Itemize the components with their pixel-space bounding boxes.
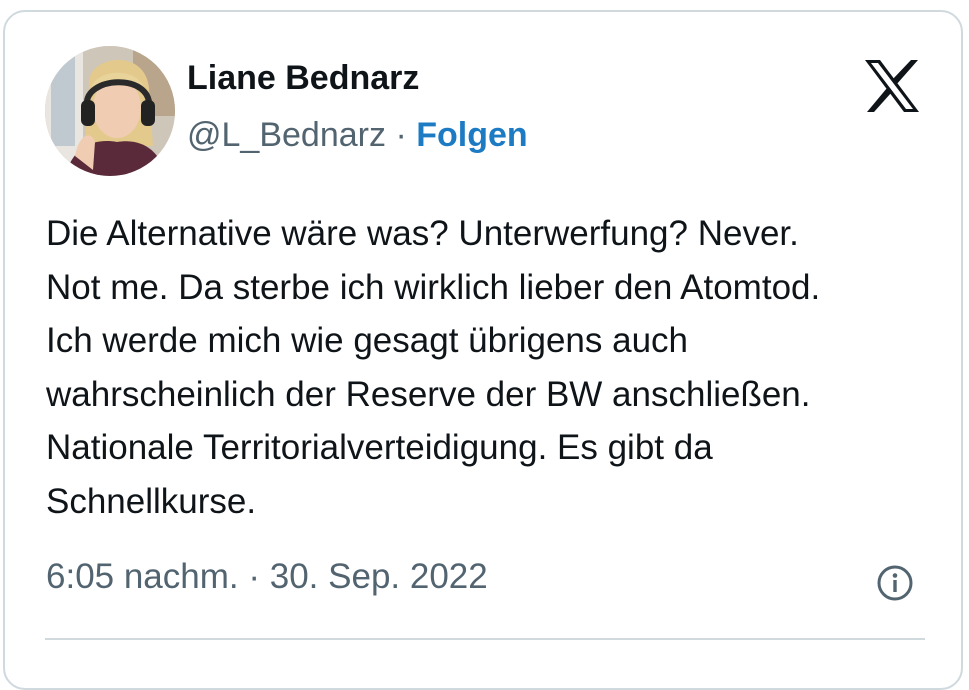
timestamp-separator: · [248, 557, 261, 596]
handle-separator: · [395, 116, 407, 154]
tweet-date: 30. Sep. 2022 [269, 557, 488, 596]
tweet-timestamp[interactable]: 6:05 nachm. · 30. Sep. 2022 [46, 557, 488, 597]
avatar-photo [45, 46, 175, 176]
author-handle-row: @L_Bednarz · Folgen [187, 116, 528, 155]
follow-link[interactable]: Folgen [416, 116, 527, 154]
author-name[interactable]: Liane Bednarz [187, 59, 419, 98]
info-icon[interactable] [876, 564, 914, 602]
divider [45, 638, 925, 640]
x-logo-icon[interactable] [863, 58, 921, 114]
author-handle[interactable]: @L_Bednarz [187, 116, 386, 154]
tweet-text: Die Alternative wäre was? Unterwerfung? … [46, 214, 821, 521]
tweet-time: 6:05 nachm. [46, 557, 239, 596]
tweet-embed-card: Liane Bednarz @L_Bednarz · Folgen Die Al… [3, 10, 963, 690]
avatar[interactable] [45, 46, 175, 176]
